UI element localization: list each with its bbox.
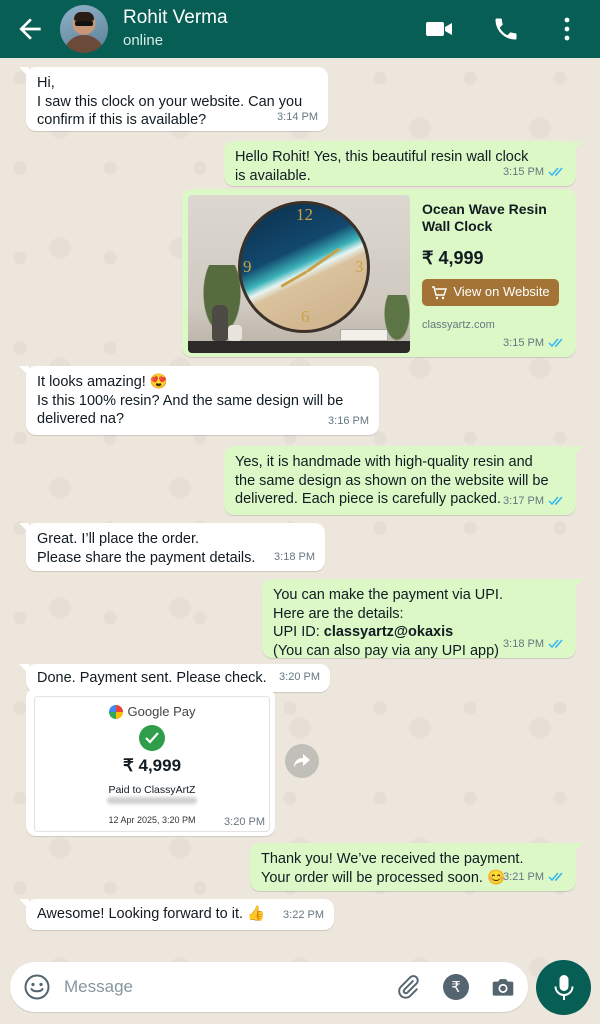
message-time: 3:15 PM: [503, 336, 544, 349]
message-time: 3:22 PM: [283, 908, 324, 921]
product-title: Ocean Wave Resin Wall Clock: [422, 201, 547, 234]
message-time: 3:16 PM: [328, 414, 369, 427]
message-time: 3:20 PM: [279, 670, 320, 683]
message-time: 3:21 PM: [503, 870, 544, 883]
video-call-icon[interactable]: [424, 15, 454, 43]
read-ticks-icon: [548, 639, 563, 648]
success-check-icon: [139, 725, 165, 751]
message-text: Awesome! Looking forward to it. 👍: [37, 906, 266, 922]
payment-brand: Google Pay: [127, 704, 196, 719]
message-incoming[interactable]: Great. I’ll place the order. Please shar…: [19, 523, 325, 571]
product-price: ₹ 4,999: [422, 248, 484, 268]
cart-icon: [432, 285, 448, 299]
google-pay-logo-icon: [108, 705, 123, 720]
emoji-icon[interactable]: [24, 974, 50, 1000]
message-time: 3:18 PM: [274, 550, 315, 563]
message-time: 3:20 PM: [224, 815, 265, 828]
product-domain[interactable]: classyartz.com: [422, 316, 495, 335]
view-on-website-label: View on Website: [453, 284, 550, 300]
attach-icon[interactable]: [395, 974, 421, 1000]
message-text: Here are the details:: [273, 605, 404, 622]
message-outgoing[interactable]: Yes, it is handmade with high-quality re…: [224, 446, 583, 515]
rupee-icon[interactable]: ₹: [443, 974, 469, 1000]
message-text: Hi, I saw this clock on your website. Ca…: [37, 75, 303, 128]
message-incoming[interactable]: It looks amazing! 😍 Is this 100% resin? …: [19, 366, 379, 435]
upi-label: UPI ID:: [273, 624, 324, 640]
message-outgoing[interactable]: Hello Rohit! Yes, this beautiful resin w…: [224, 141, 583, 186]
message-time: 3:14 PM: [277, 110, 318, 123]
payment-screenshot-message[interactable]: Google Pay ₹ 4,999 Paid to ClassyArtZ 12…: [26, 688, 275, 836]
message-time: 3:17 PM: [503, 494, 544, 507]
message-text: Done. Payment sent. Please check.: [37, 670, 267, 686]
message-time: 3:15 PM: [503, 165, 544, 178]
forward-button[interactable]: [285, 744, 319, 778]
forward-icon: [294, 754, 310, 768]
mic-button[interactable]: [536, 960, 591, 1015]
read-ticks-icon: [548, 872, 563, 881]
camera-icon[interactable]: [490, 974, 516, 1000]
mic-icon: [554, 974, 573, 1000]
message-outgoing[interactable]: Thank you! We’ve received the payment. Y…: [250, 843, 583, 891]
read-ticks-icon: [548, 167, 563, 176]
message-incoming[interactable]: Awesome! Looking forward to it. 👍 3:22 P…: [19, 899, 334, 930]
product-card-message[interactable]: 12 3 6 9 Ocean Wave Resin Wall Clock ₹ 4…: [182, 189, 576, 357]
product-image[interactable]: 12 3 6 9: [188, 195, 410, 353]
contact-name[interactable]: Rohit Verma: [123, 7, 228, 29]
message-text: It looks amazing! 😍 Is this 100% resin? …: [37, 374, 344, 427]
chat-header: Rohit Verma online: [0, 0, 600, 58]
view-on-website-button[interactable]: View on Website: [422, 279, 559, 306]
phone-icon[interactable]: [491, 15, 521, 43]
message-composer: ₹: [10, 962, 528, 1012]
upi-id[interactable]: classyartz@okaxis: [324, 624, 453, 640]
message-text: You can make the payment via UPI.: [273, 587, 503, 603]
message-text: Great. I’ll place the order. Please shar…: [37, 531, 256, 566]
payment-amount: ₹ 4,999: [122, 756, 182, 775]
message-outgoing[interactable]: You can make the payment via UPI. Here a…: [262, 579, 583, 659]
read-ticks-icon: [548, 338, 563, 347]
contact-status: online: [123, 32, 164, 49]
message-incoming[interactable]: Hi, I saw this clock on your website. Ca…: [19, 67, 328, 131]
read-ticks-icon: [548, 496, 563, 505]
message-time: 3:18 PM: [503, 637, 544, 650]
message-input[interactable]: [64, 972, 384, 1002]
redacted-transaction-id: [107, 797, 197, 804]
more-icon[interactable]: [553, 15, 581, 43]
clock-image: 12 3 6 9: [238, 201, 370, 333]
back-arrow-icon[interactable]: [14, 13, 46, 45]
avatar[interactable]: [60, 5, 108, 53]
